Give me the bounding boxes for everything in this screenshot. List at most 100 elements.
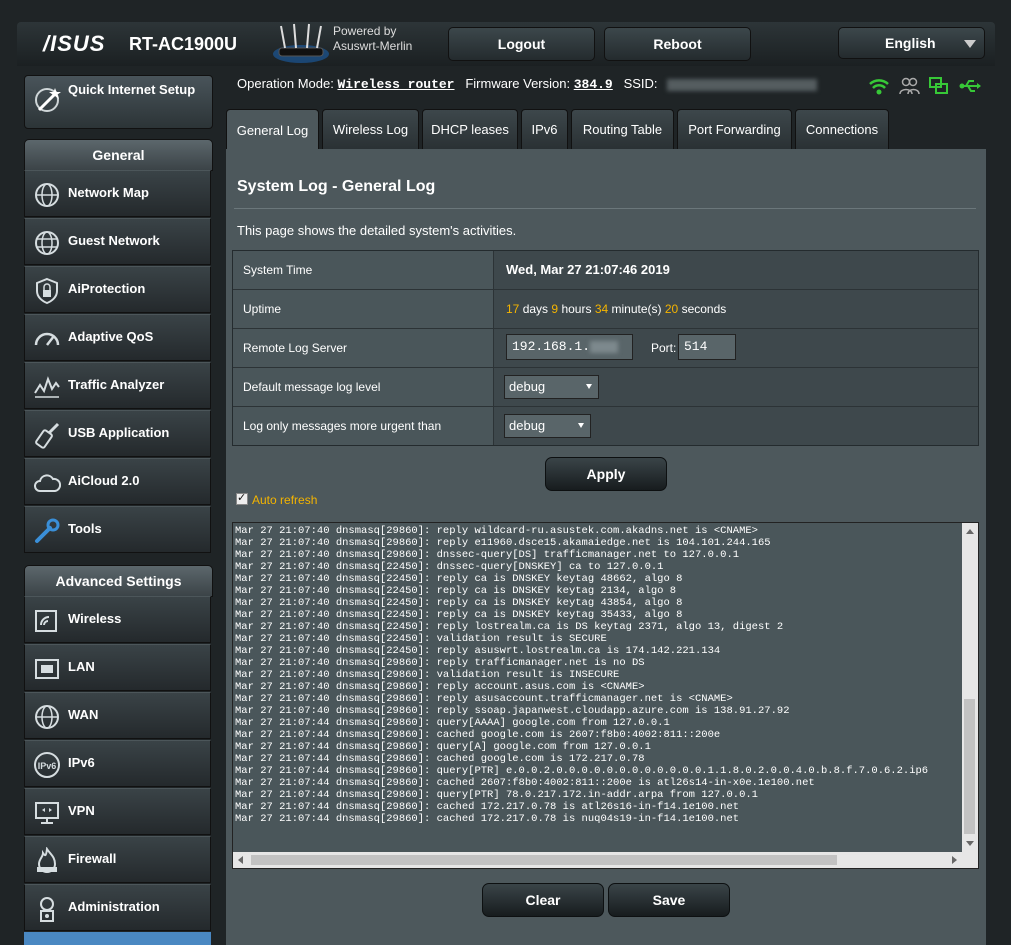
firmware-link[interactable]: 384.9: [574, 77, 613, 92]
sidebar-item-label: Tools: [68, 521, 102, 536]
chevron-down-icon: [964, 40, 976, 48]
sidebar-item-label: WAN: [68, 707, 99, 722]
default-level-cell: debug: [494, 368, 978, 406]
router-icon: [273, 23, 329, 63]
uptime-hours: 9: [551, 302, 559, 316]
clear-button[interactable]: Clear: [482, 883, 604, 917]
urgent-level-row: Log only messages more urgent than debug: [233, 407, 978, 446]
status-icons: [868, 75, 988, 97]
ipv6-icon: IPv6: [34, 752, 60, 778]
scroll-down-icon[interactable]: [966, 841, 974, 846]
reboot-button[interactable]: Reboot: [604, 27, 751, 61]
quick-internet-setup[interactable]: Quick Internet Setup: [24, 75, 213, 129]
sidebar-item-firewall[interactable]: Firewall: [24, 836, 211, 883]
tab-routing-table[interactable]: Routing Table: [571, 109, 674, 149]
remote-log-server-input[interactable]: 192.168.1.: [506, 334, 633, 360]
vpn-icon: [35, 802, 59, 824]
sidebar-item-vpn[interactable]: VPN: [24, 788, 211, 835]
general-section-title: General: [24, 139, 213, 171]
sidebar-item-label: Adaptive QoS: [68, 329, 154, 344]
scroll-right-icon[interactable]: [952, 856, 957, 864]
sidebar-item-label: VPN: [68, 803, 95, 818]
tab-general-log[interactable]: General Log: [226, 109, 319, 151]
scroll-up-icon[interactable]: [966, 529, 974, 534]
lock-shield-icon: [36, 277, 58, 305]
globe-network-icon: [35, 183, 59, 207]
uptime-label: Uptime: [233, 290, 494, 328]
wifi-icon[interactable]: [868, 76, 890, 96]
powered-by-label: Powered by: [333, 24, 397, 38]
log-textarea[interactable]: Mar 27 21:07:40 dnsmasq[29860]: reply wi…: [232, 522, 979, 869]
tab-dhcp-leases[interactable]: DHCP leases: [422, 109, 518, 149]
speedometer-icon: [34, 332, 60, 346]
sidebar-item-label: AiProtection: [68, 281, 146, 296]
sidebar-item-lan[interactable]: LAN: [24, 644, 211, 691]
sidebar-item-wireless[interactable]: Wireless: [24, 596, 211, 643]
model-name: RT-AC1900U: [129, 34, 238, 54]
log-content: Mar 27 21:07:40 dnsmasq[29860]: reply wi…: [235, 525, 929, 825]
language-select[interactable]: English: [838, 27, 985, 59]
checkbox-checked-icon[interactable]: [236, 491, 248, 505]
sidebar-item-ipv6[interactable]: IPv6 IPv6: [24, 740, 211, 787]
urgent-level-cell: debug: [494, 407, 978, 445]
remote-log-server-value: 192.168.1.: [512, 339, 591, 354]
clients-icon[interactable]: [898, 76, 920, 96]
sidebar-item-adaptive-qos[interactable]: Adaptive QoS: [24, 314, 211, 361]
system-time-value: Wed, Mar 27 21:07:46 2019: [494, 251, 978, 289]
save-button[interactable]: Save: [608, 883, 730, 917]
scroll-thumb[interactable]: [251, 855, 837, 865]
sidebar-item-label: Guest Network: [68, 233, 160, 248]
tab-wireless-log[interactable]: Wireless Log: [322, 109, 419, 149]
uptime-minutes-unit: minute(s): [611, 302, 662, 316]
apply-button[interactable]: Apply: [545, 457, 667, 491]
tab-connections[interactable]: Connections: [795, 109, 889, 149]
horizontal-scrollbar[interactable]: [233, 852, 962, 868]
usb-tools-icon: [35, 422, 60, 449]
sidebar-item-traffic-analyzer[interactable]: Traffic Analyzer: [24, 362, 211, 409]
usb-icon[interactable]: [958, 77, 982, 95]
powered-by: Powered by Asuswrt-Merlin: [333, 24, 412, 54]
urgent-level-value: debug: [509, 418, 546, 433]
sidebar-item-aiprotection[interactable]: AiProtection: [24, 266, 211, 313]
urgent-level-select[interactable]: debug: [504, 414, 591, 438]
sidebar-item-tools[interactable]: Tools: [24, 506, 211, 553]
network-status-icon[interactable]: [928, 76, 950, 96]
op-mode-link[interactable]: Wireless router: [337, 77, 454, 92]
title-divider: [234, 208, 976, 209]
wireless-icon: [35, 610, 57, 632]
auto-refresh-checkbox[interactable]: Auto refresh: [236, 491, 317, 507]
ssid-value-redacted[interactable]: [667, 78, 818, 91]
sidebar-item-usb-application[interactable]: USB Application: [24, 410, 211, 457]
op-mode-label: Operation Mode:: [237, 76, 334, 91]
scroll-thumb[interactable]: [964, 699, 975, 834]
language-value: English: [885, 35, 936, 51]
default-level-select[interactable]: debug: [504, 375, 599, 399]
uptime-days: 17: [506, 302, 520, 316]
sidebar-item-network-map[interactable]: Network Map: [24, 170, 211, 217]
sidebar-item-guest-network[interactable]: Guest Network: [24, 218, 211, 265]
default-level-row: Default message log level debug: [233, 368, 978, 407]
logout-button[interactable]: Logout: [448, 27, 595, 61]
settings-table: System Time Wed, Mar 27 21:07:46 2019 Up…: [232, 250, 979, 446]
remote-log-row: Remote Log Server 192.168.1. Port: 514: [233, 329, 978, 368]
ssid-label: SSID:: [623, 76, 658, 91]
port-input[interactable]: 514: [678, 334, 736, 360]
lan-icon: [35, 659, 59, 679]
scroll-left-icon[interactable]: [238, 856, 243, 864]
resize-grip-icon[interactable]: [962, 852, 978, 868]
uptime-value: 17 days 9 hours 34 minute(s) 20 seconds: [494, 290, 978, 328]
sidebar-item-administration[interactable]: Administration: [24, 884, 211, 931]
tab-port-forwarding[interactable]: Port Forwarding: [677, 109, 792, 149]
system-time-row: System Time Wed, Mar 27 21:07:46 2019: [233, 251, 978, 290]
guest-globe-icon: [35, 231, 59, 255]
vertical-scrollbar[interactable]: [962, 523, 978, 852]
port-label: Port:: [651, 341, 677, 355]
sidebar-item-aicloud[interactable]: AiCloud 2.0: [24, 458, 211, 505]
sidebar-item-next[interactable]: [24, 932, 211, 945]
chevron-down-icon: [578, 423, 584, 428]
sidebar-item-wan[interactable]: WAN: [24, 692, 211, 739]
default-level-label: Default message log level: [233, 368, 494, 406]
uptime-row: Uptime 17 days 9 hours 34 minute(s) 20 s…: [233, 290, 978, 329]
tab-ipv6[interactable]: IPv6: [521, 109, 568, 149]
urgent-level-label: Log only messages more urgent than: [233, 407, 494, 445]
